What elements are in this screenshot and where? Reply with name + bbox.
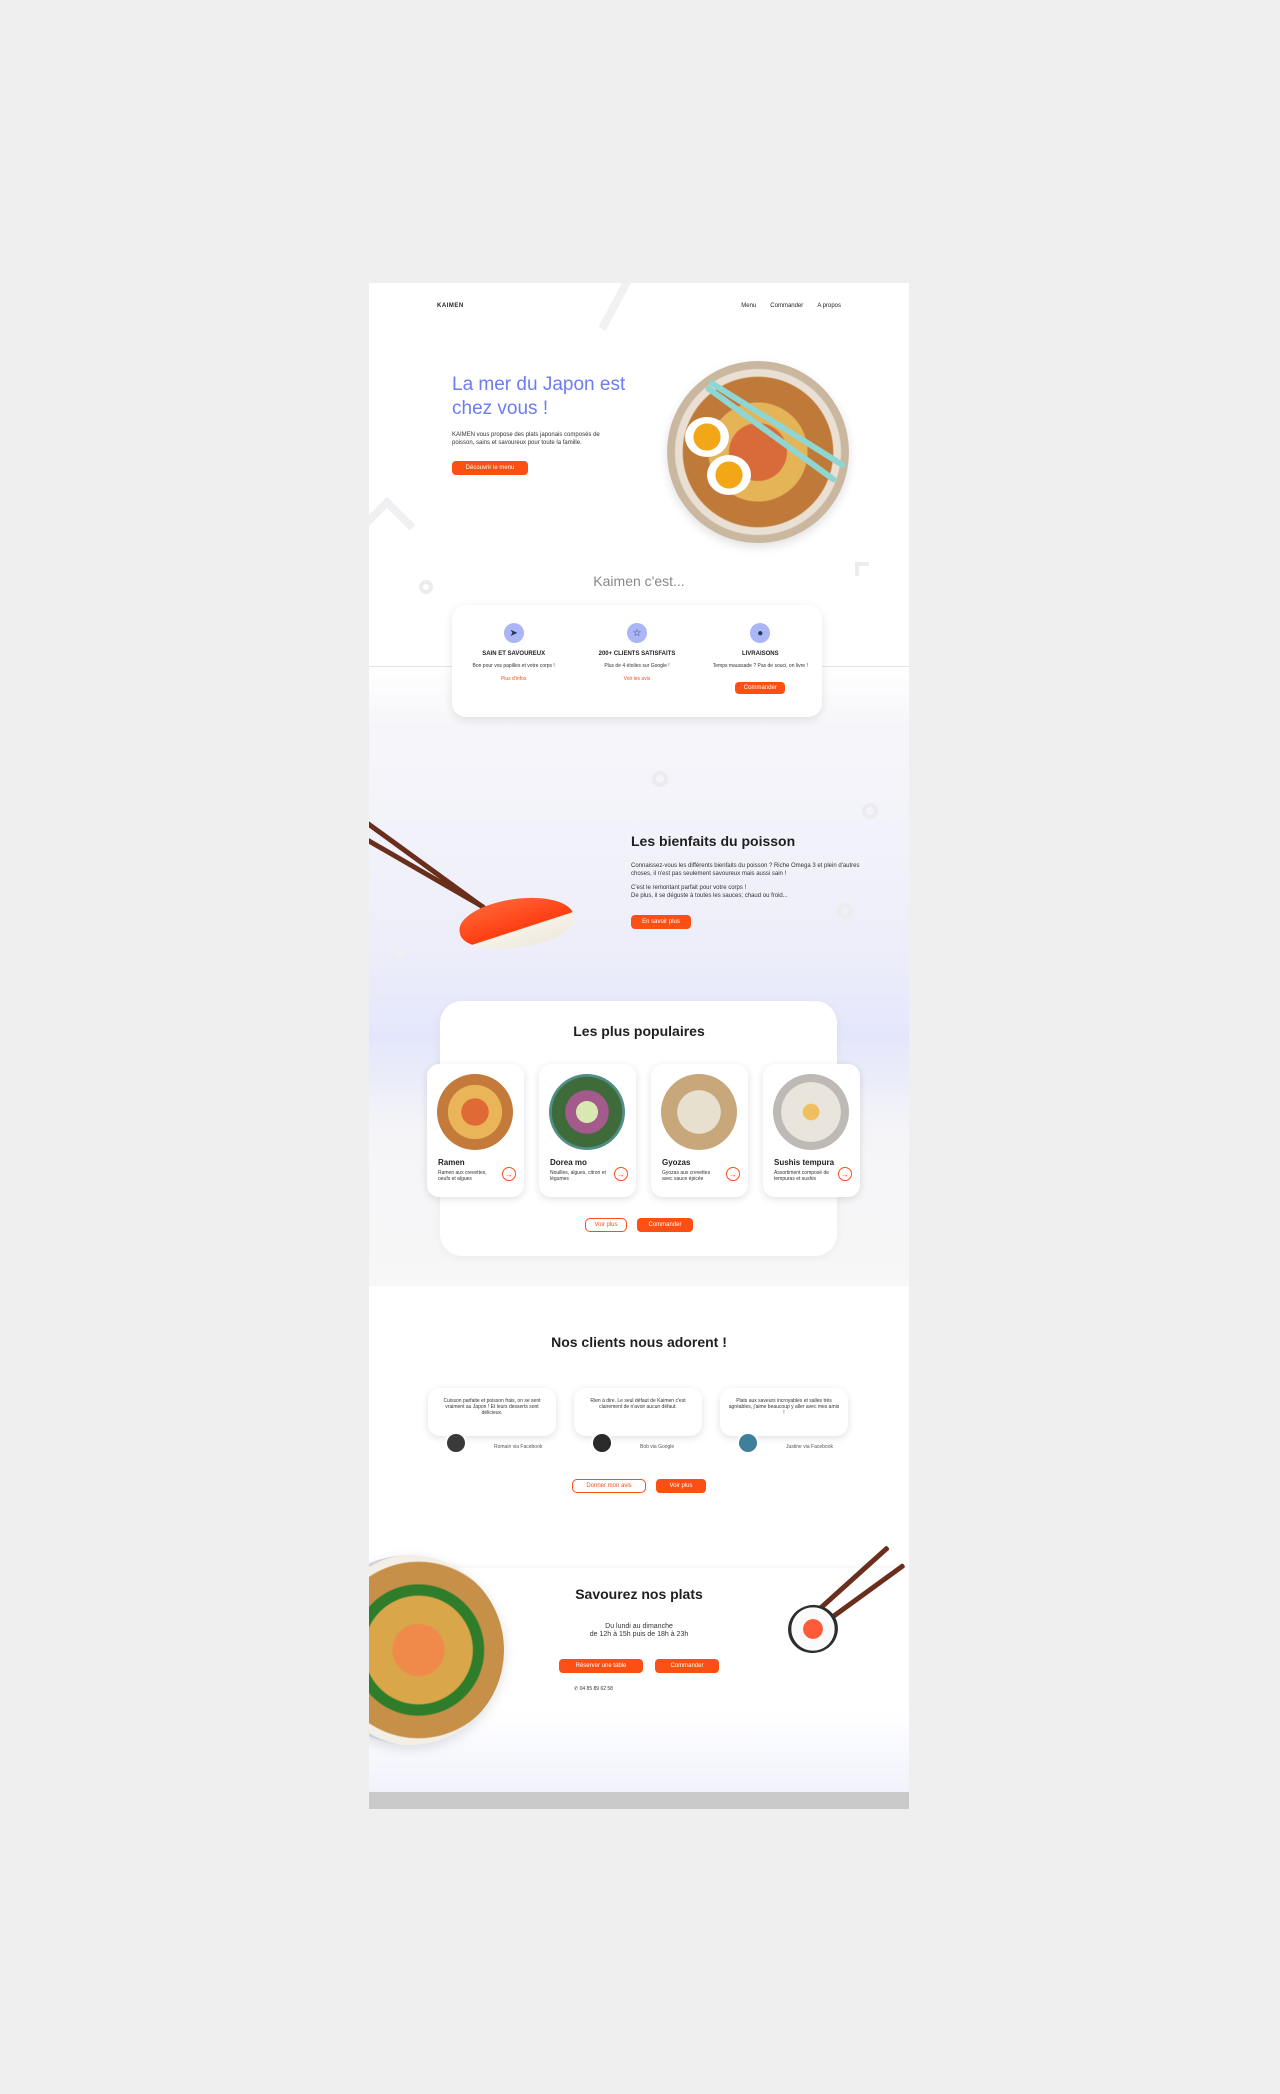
review-card: Rien à dire. Le seul défaut de Kaimen c'… <box>574 1388 702 1454</box>
avatar <box>737 1432 759 1454</box>
feature-item: ☆ 200+ CLIENTS SATISFAITS Plus de 4 étoi… <box>582 623 692 717</box>
bienfaits-text: Connaissez-vous les différents bienfaits… <box>631 862 871 900</box>
review-text: Cuisson parfaite et poisson frais, on se… <box>428 1388 556 1436</box>
feature-text: Temps maussade ? Pas de souci, on livre … <box>712 663 808 669</box>
scooter-icon: ● <box>750 623 771 643</box>
kaimen-title: Kaimen c'est... <box>593 573 685 589</box>
popular-buttons: Voir plus Commander <box>369 1218 909 1232</box>
review-text: Rien à dire. Le seul défaut de Kaimen c'… <box>574 1388 702 1436</box>
reviewer-name: Romain via Facebook <box>494 1444 543 1450</box>
dish-name: Dorea mo <box>550 1158 587 1167</box>
dish-card[interactable]: Ramen Ramen aux crevettes, oeufs et algu… <box>427 1064 524 1197</box>
dish-card[interactable]: Dorea mo Nouilles, algues, citron et lég… <box>539 1064 636 1197</box>
sushis-tempura-image <box>773 1074 849 1150</box>
bienfaits-title: Les bienfaits du poisson <box>631 833 796 849</box>
reviewer-name: Bob via Google <box>640 1444 675 1450</box>
clients-title: Nos clients nous adorent ! <box>551 1334 727 1350</box>
egg-image <box>707 455 751 495</box>
popular-title: Les plus populaires <box>573 1023 705 1039</box>
star-icon: ☆ <box>626 623 647 643</box>
rocket-icon: ➤ <box>503 623 524 643</box>
order-delivery-button[interactable]: Commander <box>735 682 786 694</box>
review-text: Plats aux saveurs incroyables et salles … <box>720 1388 848 1436</box>
feature-title: 200+ CLIENTS SATISFAITS <box>598 651 676 657</box>
bienfaits-paragraph: Connaissez-vous les différents bienfaits… <box>631 863 860 877</box>
arrow-right-icon[interactable]: → <box>614 1167 628 1181</box>
feature-title: LIVRAISONS <box>741 651 779 657</box>
dish-desc: Assortiment composé de tempuras et sushi… <box>774 1170 830 1182</box>
savourez-title: Savourez nos plats <box>575 1586 703 1602</box>
hero-text: KAIMEN vous propose des plats japonais c… <box>452 432 600 446</box>
feature-text: Bon pour vos papilles et votre corps ! <box>472 663 555 669</box>
hours-line: de 12h à 15h puis de 18h à 23h <box>589 1631 689 1638</box>
nav-link-menu[interactable]: Menu <box>741 303 756 309</box>
dishes-list: Ramen Ramen aux crevettes, oeufs et algu… <box>427 1064 860 1197</box>
learn-more-button[interactable]: En savoir plus <box>631 915 691 929</box>
phone-number[interactable]: ✆ 04 85 89 62 58 <box>574 1686 613 1692</box>
logo[interactable]: KAIMEN <box>437 303 464 309</box>
feature-text: Plus de 4 étoiles sur Google ! <box>604 663 670 669</box>
give-review-button[interactable]: Donner mon avis <box>572 1479 646 1493</box>
see-more-button[interactable]: Voir plus <box>585 1218 627 1232</box>
hours-line: Du lundi au dimanche <box>605 1623 673 1630</box>
review-card: Cuisson parfaite et poisson frais, on se… <box>428 1388 556 1454</box>
see-more-reviews-button[interactable]: Voir plus <box>656 1479 706 1493</box>
dish-desc: Nouilles, algues, citron et légumes <box>550 1170 606 1182</box>
dish-name: Gyozas <box>662 1158 691 1167</box>
dish-name: Ramen <box>438 1158 465 1167</box>
dish-card[interactable]: Sushis tempura Assortiment composé de te… <box>763 1064 860 1197</box>
dorea-image <box>549 1074 625 1150</box>
review-card: Plats aux saveurs incroyables et salles … <box>720 1388 848 1454</box>
dish-desc: Gyozas aux crevettes avec sauce épicée <box>662 1170 711 1182</box>
features-card: ➤ SAIN ET SAVOUREUX Bon pour vos papille… <box>452 605 822 717</box>
footer-bar <box>369 1792 909 1809</box>
dish-name: Sushis tempura <box>774 1158 835 1167</box>
opening-hours: Du lundi au dimanche de 12h à 15h puis d… <box>369 1623 909 1639</box>
avatar <box>445 1432 467 1454</box>
reviews-list: Cuisson parfaite et poisson frais, on se… <box>428 1388 858 1454</box>
nav-links: Menu Commander A propos <box>741 303 841 309</box>
arrow-right-icon[interactable]: → <box>502 1167 516 1181</box>
phone-text: 04 85 89 62 58 <box>579 1686 613 1692</box>
arrow-right-icon[interactable]: → <box>726 1167 740 1181</box>
nav-link-apropos[interactable]: A propos <box>817 303 841 309</box>
decor-ring <box>652 771 668 787</box>
decor-ring <box>862 803 878 819</box>
egg-image <box>685 417 729 457</box>
landing-page: KAIMEN Menu Commander A propos La mer du… <box>369 283 909 1809</box>
bienfaits-paragraph: De plus, il se déguste à toutes les sauc… <box>631 893 788 899</box>
navbar: KAIMEN Menu Commander A propos <box>369 283 909 323</box>
ramen-image <box>437 1074 513 1150</box>
more-info-link[interactable]: Plus d'infos <box>459 676 569 682</box>
bienfaits-paragraph: C'est le remontant parfait pour votre co… <box>631 885 747 891</box>
sushi-chopsticks-image <box>369 811 579 955</box>
book-table-button[interactable]: Réserver une table <box>559 1659 643 1673</box>
arrow-right-icon[interactable]: → <box>838 1167 852 1181</box>
feature-item: ● LIVRAISONS Temps maussade ? Pas de sou… <box>705 623 815 717</box>
order-button[interactable]: Commander <box>655 1659 719 1673</box>
feature-item: ➤ SAIN ET SAVOUREUX Bon pour vos papille… <box>459 623 569 717</box>
clients-buttons: Donner mon avis Voir plus <box>369 1479 909 1493</box>
chopstick-image <box>369 835 486 910</box>
discover-menu-button[interactable]: Découvrir le menu <box>452 461 528 475</box>
hero-title: La mer du Japon est chez vous ! <box>452 374 626 419</box>
savourez-buttons: Réserver une table Commander <box>369 1659 909 1673</box>
reviewer-name: Justine via Facebook <box>786 1444 833 1450</box>
avatar <box>591 1432 613 1454</box>
hero-ramen-image <box>667 361 849 543</box>
decor-ring <box>837 903 853 919</box>
dish-card[interactable]: Gyozas Gyozas aux crevettes avec sauce é… <box>651 1064 748 1197</box>
dish-desc: Ramen aux crevettes, oeufs et algues <box>438 1170 487 1182</box>
gyozas-image <box>661 1074 737 1150</box>
order-button[interactable]: Commander <box>637 1218 693 1232</box>
feature-title: SAIN ET SAVOUREUX <box>482 651 546 657</box>
decor-chevron <box>369 496 416 554</box>
reviews-link[interactable]: Voir les avis <box>582 676 692 682</box>
nav-link-commander[interactable]: Commander <box>770 303 803 309</box>
